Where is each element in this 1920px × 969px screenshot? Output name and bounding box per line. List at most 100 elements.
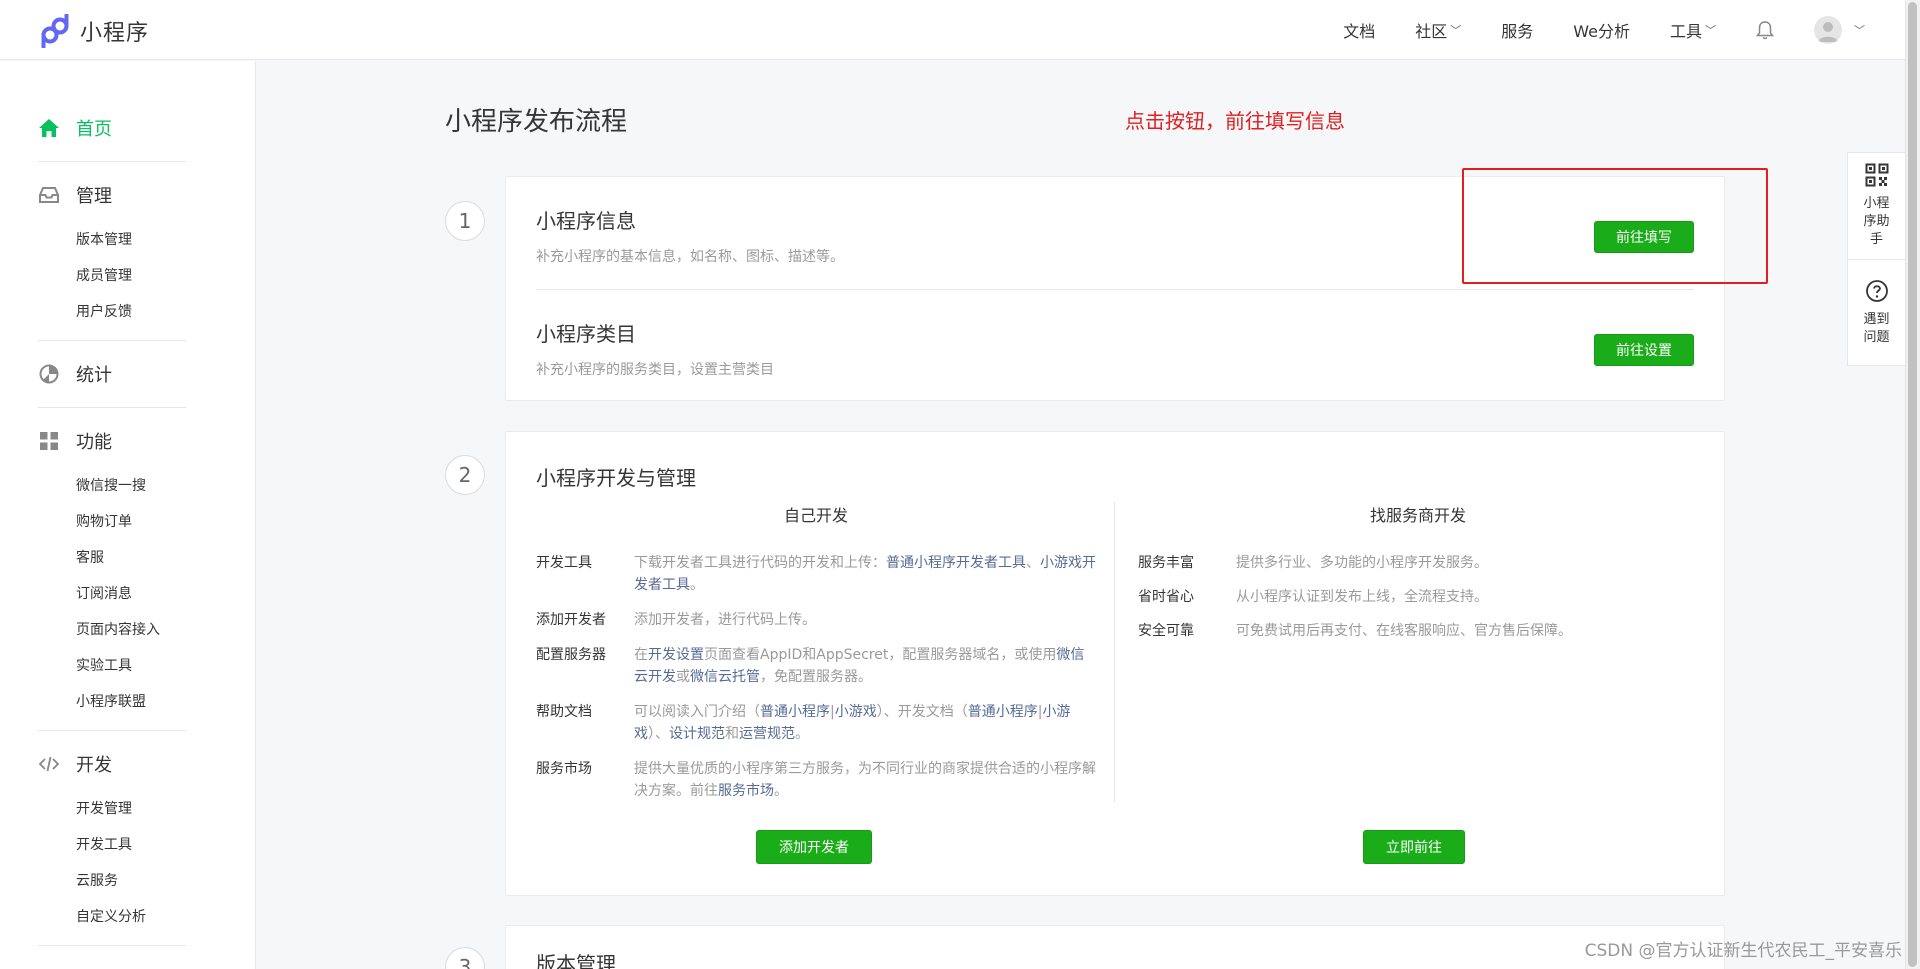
step3-card: 版本管理 xyxy=(505,925,1725,969)
info-label: 服务市场 xyxy=(536,761,592,777)
nav-we-analytics[interactable]: We分析 xyxy=(1573,18,1630,42)
float-item-label: 小程序助手 xyxy=(1863,196,1890,247)
add-developer-button[interactable]: 添加开发者 xyxy=(756,830,872,864)
link-operation-guide[interactable]: 运营规范 xyxy=(739,726,795,742)
card-title: 版本管理 xyxy=(536,952,616,969)
info-row: 省时省心 从小程序认证到发布上线，全流程支持。 xyxy=(1138,586,1698,608)
chevron-down-icon: ﹀ xyxy=(1854,24,1865,37)
sidebar-item-shopping-orders[interactable]: 购物订单 xyxy=(38,504,186,540)
info-text: 在开发设置页面查看AppID和AppSecret，配置服务器域名，或使用微信云开… xyxy=(634,644,1096,688)
user-icon xyxy=(1818,22,1838,42)
sidebar-item-home[interactable]: 首页 xyxy=(38,95,186,161)
sidebar-item-label: 首页 xyxy=(76,119,112,140)
link-design-guide[interactable]: 设计规范 xyxy=(669,726,725,742)
sidebar-item-features[interactable]: 功能 xyxy=(38,408,186,474)
nav-service[interactable]: 服务 xyxy=(1501,18,1533,42)
sidebar-item-develop[interactable]: 开发 xyxy=(38,731,186,797)
text-segment: 。 xyxy=(774,783,788,799)
link-docs-regular[interactable]: 普通小程序 xyxy=(968,704,1038,720)
text-segment: 。 xyxy=(795,726,809,742)
logo[interactable]: 小程序 xyxy=(38,14,149,48)
step-number: 3 xyxy=(445,947,485,969)
text-segment: ）、开发文档（ xyxy=(876,704,968,720)
help-icon xyxy=(1865,279,1888,302)
sidebar-item-page-content[interactable]: 页面内容接入 xyxy=(38,612,186,648)
text-segment: 。 xyxy=(690,577,704,593)
sidebar-item-dev-tools[interactable]: 开发工具 xyxy=(38,827,186,863)
sidebar-section-home: 首页 xyxy=(38,95,186,162)
sidebar-item-custom-analytics[interactable]: 自定义分析 xyxy=(38,899,186,935)
nav-tools[interactable]: 工具 ﹀ xyxy=(1670,18,1716,42)
chevron-down-icon: ﹀ xyxy=(1450,24,1462,37)
sidebar-item-label: 统计 xyxy=(76,365,112,386)
row-title: 小程序类目 xyxy=(536,322,636,346)
sidebar-sublist: 版本管理 成员管理 用户反馈 xyxy=(38,222,186,340)
sidebar-item-user-feedback[interactable]: 用户反馈 xyxy=(38,294,186,330)
info-text: 从小程序认证到发布上线，全流程支持。 xyxy=(1236,589,1488,605)
sidebar-item-member-manage[interactable]: 成员管理 xyxy=(38,258,186,294)
bell-icon[interactable] xyxy=(1756,20,1774,40)
mini-program-category-row: 小程序类目 补充小程序的服务类目，设置主营类目 前往设置 xyxy=(536,289,1694,401)
sidebar-item-manage[interactable]: 管理 xyxy=(38,162,186,228)
step-number: 2 xyxy=(445,455,485,495)
text-segment: 下载开发者工具进行代码的开发和上传： xyxy=(634,555,886,571)
sidebar-item-wechat-search[interactable]: 微信搜一搜 xyxy=(38,468,186,504)
sidebar-section-manage: 管理 版本管理 成员管理 用户反馈 xyxy=(38,162,186,341)
text-segment: 可以阅读入门介绍（ xyxy=(634,704,760,720)
text-segment: 提供大量优质的小程序第三方服务，为不同行业的商家提供合适的小程序解决方案。前往 xyxy=(634,761,1096,799)
link-intro-regular[interactable]: 普通小程序 xyxy=(760,704,830,720)
info-label: 省时省心 xyxy=(1138,589,1194,605)
qrcode-icon xyxy=(1865,163,1888,187)
info-label: 安全可靠 xyxy=(1138,623,1194,639)
code-icon xyxy=(38,753,60,775)
annotation-text: 点击按钮，前往填写信息 xyxy=(1125,109,1345,133)
info-label: 添加开发者 xyxy=(536,612,606,628)
card-title: 小程序开发与管理 xyxy=(536,466,696,490)
sidebar-item-cloud-service[interactable]: 云服务 xyxy=(38,863,186,899)
sidebar-item-subscribe-messages[interactable]: 订阅消息 xyxy=(38,576,186,612)
link-dev-settings[interactable]: 开发设置 xyxy=(648,647,704,663)
top-bar: 小程序 文档 社区 ﹀ 服务 We分析 工具 ﹀ ﹀ xyxy=(0,0,1905,60)
page-title: 小程序发布流程 xyxy=(445,107,628,137)
column-divider xyxy=(1114,502,1115,802)
sidebar-item-version-manage[interactable]: 版本管理 xyxy=(38,222,186,258)
info-row: 服务丰富 提供多行业、多功能的小程序开发服务。 xyxy=(1138,552,1698,574)
user-menu[interactable]: ﹀ xyxy=(1814,16,1865,44)
go-settings-button[interactable]: 前往设置 xyxy=(1594,334,1694,366)
sidebar-section-stats: 统计 xyxy=(38,341,186,408)
nav-community[interactable]: 社区 ﹀ xyxy=(1415,18,1461,42)
sidebar-sublist: 微信搜一搜 购物订单 客服 订阅消息 页面内容接入 实验工具 小程序联盟 xyxy=(38,468,186,730)
link-regular-devtools[interactable]: 普通小程序开发者工具 xyxy=(886,555,1026,571)
sidebar-item-label: 管理 xyxy=(76,186,112,207)
link-service-market[interactable]: 服务市场 xyxy=(718,783,774,799)
nav-we-analytics-label: We分析 xyxy=(1573,22,1630,41)
text-segment: 在 xyxy=(634,647,648,663)
sidebar-section-develop: 开发 开发管理 开发工具 云服务 自定义分析 xyxy=(38,731,186,946)
sidebar-item-customer-service[interactable]: 客服 xyxy=(38,540,186,576)
text-segment: 或 xyxy=(676,669,690,685)
sidebar-item-experiment-tools[interactable]: 实验工具 xyxy=(38,648,186,684)
link-intro-game[interactable]: 小游戏 xyxy=(835,704,877,720)
scrollbar-thumb[interactable] xyxy=(1908,2,1917,967)
nav-docs[interactable]: 文档 xyxy=(1343,18,1375,42)
text-segment: 页面查看AppID和AppSecret，配置服务器域名，或使用 xyxy=(704,647,1057,663)
column-title: 找服务商开发 xyxy=(1369,506,1466,525)
info-row: 开发工具 下载开发者工具进行代码的开发和上传：普通小程序开发者工具、小游戏开发者… xyxy=(536,552,1096,596)
encounter-problem[interactable]: 遇到问题 xyxy=(1848,259,1905,365)
floating-help-panel: 小程序助手 遇到问题 xyxy=(1847,152,1905,366)
go-now-button[interactable]: 立即前往 xyxy=(1363,830,1465,864)
highlight-box xyxy=(1462,168,1768,284)
nav-community-label: 社区 xyxy=(1415,22,1448,41)
info-text: 可以阅读入门介绍（普通小程序|小游戏）、开发文档（普通小程序|小游戏）、设计规范… xyxy=(634,701,1096,745)
mini-program-logo-icon xyxy=(41,14,69,48)
mini-program-assistant[interactable]: 小程序助手 xyxy=(1848,153,1905,259)
sidebar-item-stats[interactable]: 统计 xyxy=(38,341,186,407)
info-label: 服务丰富 xyxy=(1138,555,1194,571)
sidebar-item-dev-manage[interactable]: 开发管理 xyxy=(38,791,186,827)
scrollbar[interactable] xyxy=(1905,0,1920,969)
grid-icon xyxy=(38,430,60,452)
link-wechat-cloud-hosting[interactable]: 微信云托管 xyxy=(690,669,760,685)
info-row: 安全可靠 可免费试用后再支付、在线客服响应、官方售后保障。 xyxy=(1138,620,1698,642)
sidebar-item-mini-program-alliance[interactable]: 小程序联盟 xyxy=(38,684,186,720)
text-segment: ）、 xyxy=(648,726,669,742)
